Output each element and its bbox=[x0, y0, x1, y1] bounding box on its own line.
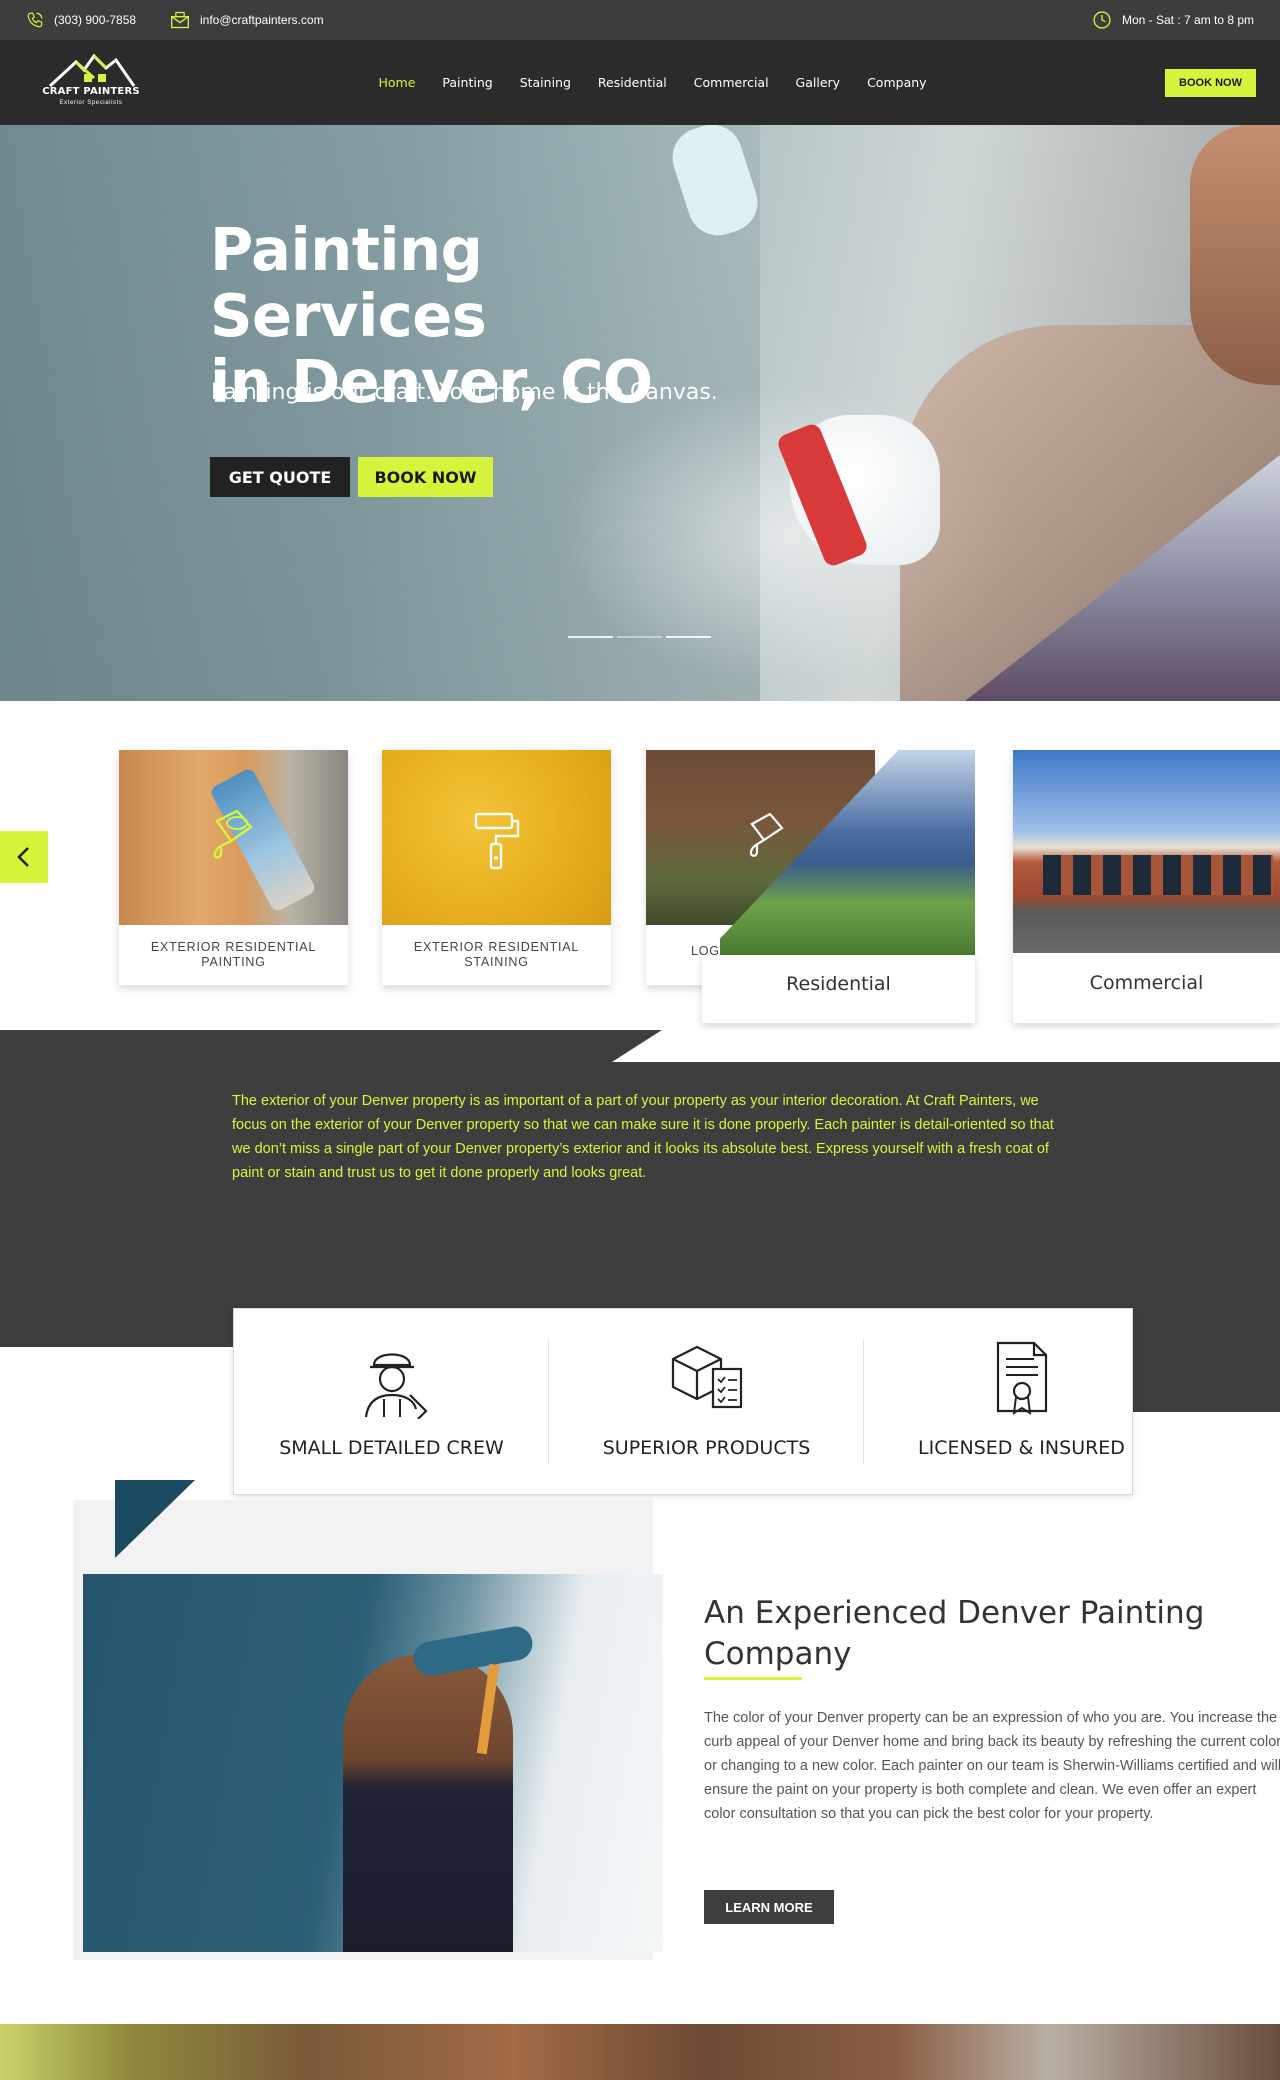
carousel-prev-button[interactable] bbox=[0, 831, 48, 883]
card-image bbox=[119, 750, 348, 925]
card-image bbox=[382, 750, 611, 925]
service-card-residential[interactable]: Residential bbox=[702, 955, 975, 1023]
nav-item-residential[interactable]: Residential bbox=[584, 75, 680, 90]
main-navigation: CRAFT PAINTERS Exterior Specialists Home… bbox=[0, 40, 1280, 125]
slide-indicator[interactable] bbox=[617, 636, 662, 638]
band-notch bbox=[612, 1030, 662, 1062]
about-band bbox=[0, 1030, 1280, 1347]
paint-bucket-icon bbox=[213, 809, 253, 859]
experience-heading-line2: Company bbox=[704, 1636, 852, 1672]
house-logo-icon bbox=[48, 53, 136, 88]
clock-icon bbox=[1092, 10, 1112, 30]
experience-heading-line1: An Experienced Denver Painting bbox=[704, 1595, 1205, 1631]
email-icon bbox=[170, 11, 190, 29]
box-checklist-icon bbox=[671, 1345, 742, 1409]
phone-icon bbox=[26, 11, 44, 29]
nav-item-commercial[interactable]: Commercial bbox=[680, 75, 782, 90]
feature-title: SMALL DETAILED CREW bbox=[279, 1437, 504, 1459]
card-image bbox=[1013, 750, 1280, 953]
experience-image bbox=[83, 1574, 663, 1952]
nav-item-company[interactable]: Company bbox=[854, 75, 940, 90]
slide-indicator[interactable] bbox=[666, 636, 711, 638]
logo-tagline: Exterior Specialists bbox=[59, 100, 123, 106]
features-box: SMALL DETAILED CREW SUPERIOR PRODUCTS LI… bbox=[233, 1308, 1133, 1495]
top-info-bar: (303) 900-7858 info@craftpainters.com Mo… bbox=[0, 0, 1280, 40]
card-label: EXTERIOR RESIDENTIAL PAINTING bbox=[150, 940, 317, 969]
get-quote-button[interactable]: GET QUOTE bbox=[210, 457, 350, 497]
phone-number[interactable]: (303) 900-7858 bbox=[54, 13, 136, 27]
hero-title-line1: Painting Services bbox=[210, 215, 487, 350]
heading-underline bbox=[704, 1677, 802, 1680]
card-label: EXTERIOR RESIDENTIAL STAINING bbox=[413, 940, 580, 969]
hero-painter-head bbox=[1190, 125, 1280, 385]
chevron-left-icon bbox=[17, 847, 29, 867]
nav-item-home[interactable]: Home bbox=[365, 75, 429, 90]
email-contact[interactable]: info@craftpainters.com bbox=[170, 0, 324, 40]
nav-menu: Home Painting Staining Residential Comme… bbox=[365, 40, 940, 125]
band-notch-fill bbox=[662, 1030, 1280, 1062]
hero-slider: Painting Services in Denver, CO Painting… bbox=[0, 125, 1280, 701]
nav-item-painting[interactable]: Painting bbox=[429, 75, 506, 90]
worker-icon bbox=[364, 1353, 428, 1419]
nav-item-gallery[interactable]: Gallery bbox=[782, 75, 854, 90]
book-now-nav-button[interactable]: BOOK NOW bbox=[1165, 69, 1256, 97]
card-label: Residential bbox=[786, 973, 891, 995]
logo-text: CRAFT PAINTERS bbox=[42, 86, 140, 97]
learn-more-button[interactable]: LEARN MORE bbox=[704, 1890, 834, 1924]
gallery-strip bbox=[0, 2024, 1280, 2080]
service-card-commercial[interactable]: Commercial bbox=[1013, 750, 1280, 1023]
card-label: Commercial bbox=[1089, 972, 1204, 994]
paint-roller-icon bbox=[474, 812, 520, 870]
paint-bucket-icon bbox=[749, 812, 784, 857]
nav-item-staining[interactable]: Staining bbox=[506, 75, 584, 90]
experience-heading: An Experienced Denver Painting Company bbox=[704, 1593, 1224, 1675]
logo[interactable]: CRAFT PAINTERS Exterior Specialists bbox=[36, 50, 146, 114]
services-carousel: EXTERIOR RESIDENTIAL PAINTING EXTERIOR RE… bbox=[0, 701, 1280, 1031]
hours-text: Mon - Sat : 7 am to 8 pm bbox=[1122, 13, 1255, 27]
feature-small-crew: SMALL DETAILED CREW bbox=[234, 1309, 549, 1496]
feature-title: LICENSED & INSURED bbox=[918, 1437, 1125, 1459]
slider-indicators bbox=[568, 636, 711, 638]
experience-paragraph: The color of your Denver property can be… bbox=[704, 1710, 1280, 1822]
service-card-staining[interactable]: EXTERIOR RESIDENTIAL STAINING bbox=[382, 750, 611, 985]
email-address[interactable]: info@craftpainters.com bbox=[200, 13, 324, 27]
phone-contact[interactable]: (303) 900-7858 bbox=[26, 0, 136, 40]
slide-indicator[interactable] bbox=[568, 636, 613, 638]
hero-subtitle: Painting is our craft. Your home is the … bbox=[211, 380, 718, 405]
certificate-icon bbox=[996, 1341, 1047, 1415]
feature-licensed-insured: LICENSED & INSURED bbox=[864, 1309, 1179, 1496]
feature-title: SUPERIOR PRODUCTS bbox=[602, 1437, 811, 1459]
book-now-hero-button[interactable]: BOOK NOW bbox=[358, 457, 493, 497]
about-paragraph: The exterior of your Denver property is … bbox=[232, 1093, 1054, 1181]
service-card-painting[interactable]: EXTERIOR RESIDENTIAL PAINTING bbox=[119, 750, 348, 985]
feature-superior-products: SUPERIOR PRODUCTS bbox=[549, 1309, 864, 1496]
business-hours: Mon - Sat : 7 am to 8 pm bbox=[1092, 0, 1254, 40]
